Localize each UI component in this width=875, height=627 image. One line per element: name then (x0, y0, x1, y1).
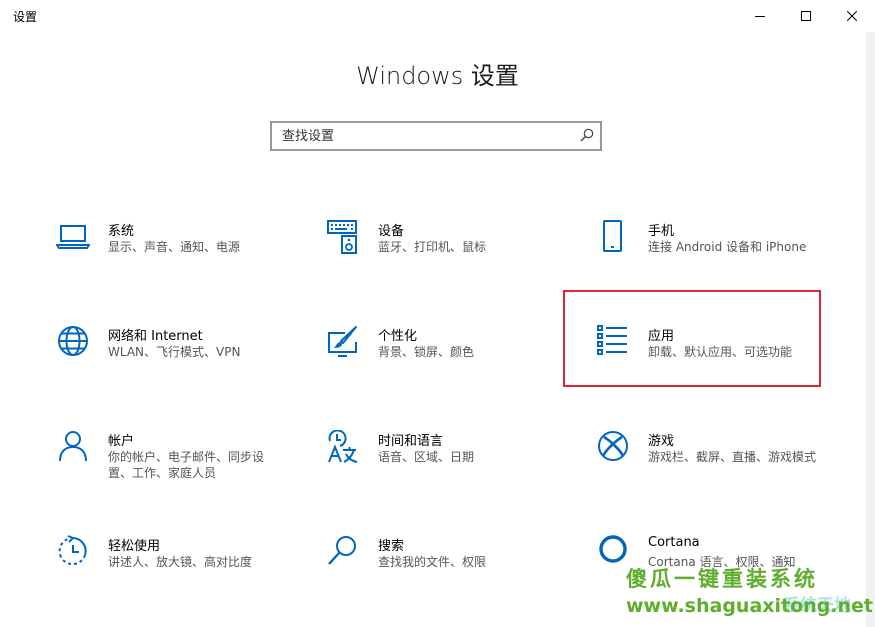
tile-network[interactable]: 网络和 Internet WLAN、飞行模式、VPN (56, 325, 311, 405)
tile-accounts[interactable]: 帐户 你的帐户、电子邮件、同步设 置、工作、家庭人员 (56, 430, 311, 510)
tile-label: 设备 (378, 224, 405, 239)
tile-desc: 语音、区域、日期 (378, 450, 475, 464)
tile-desc: 讲述人、放大镜、高对比度 (108, 555, 253, 569)
tile-desc: 查找我的文件、权限 (378, 555, 487, 569)
tile-desc: 你的帐户、电子邮件、同步设 置、工作、家庭人员 (108, 449, 264, 481)
tile-desc-line: 你的帐户、电子邮件、同步设 (108, 450, 265, 464)
search-box[interactable] (270, 121, 602, 151)
person-icon (59, 431, 87, 462)
search-input[interactable] (272, 123, 572, 149)
tile-label: 搜索 (378, 539, 405, 554)
minimize-icon (755, 16, 765, 17)
tile-phone[interactable]: 手机 连接 Android 设备和 iPhone (596, 220, 851, 300)
tile-devices[interactable]: 设备 蓝牙、打印机、鼠标 (326, 220, 581, 300)
globe-icon (58, 326, 88, 356)
tile-label: 轻松使用 (108, 539, 161, 554)
time-language-icon (328, 430, 358, 463)
close-icon (847, 11, 857, 21)
minimize-button[interactable] (737, 0, 783, 32)
tile-desc: WLAN、飞行模式、VPN (108, 345, 241, 359)
tile-time-language[interactable]: 时间和语言 语音、区域、日期 (326, 430, 581, 510)
tile-desc: 背景、锁屏、颜色 (378, 345, 475, 359)
maximize-icon (801, 11, 811, 21)
tile-desc: 蓝牙、打印机、鼠标 (378, 240, 487, 254)
tile-label: 系统 (108, 224, 135, 239)
watermark: 系统天地 傻瓜一键重装系统 www.shaguaxitong.net (626, 563, 873, 623)
ease-of-access-icon (58, 535, 87, 566)
laptop-icon (56, 225, 90, 249)
tile-desc: 显示、声音、通知、电源 (108, 240, 241, 254)
page-title: Windows 设置 (356, 62, 519, 90)
tile-personalization[interactable]: 个性化 背景、锁屏、颜色 (326, 325, 581, 405)
watermark-title: 傻瓜一键重装系统 (626, 567, 818, 591)
devices-icon (327, 220, 357, 254)
tile-label: Cortana (648, 535, 700, 550)
tile-label: 个性化 (378, 329, 418, 344)
tile-system[interactable]: 系统 显示、声音、通知、电源 (56, 220, 311, 300)
xbox-icon (598, 431, 628, 461)
maximize-button[interactable] (783, 0, 829, 32)
title-bar: 设置 (0, 0, 875, 32)
tile-label: 手机 (648, 224, 675, 239)
tile-desc-line: 置、工作、家庭人员 (108, 466, 217, 480)
tile-search[interactable]: 搜索 查找我的文件、权限 (326, 535, 581, 615)
window-title: 设置 (13, 10, 38, 24)
tile-label: 时间和语言 (378, 434, 444, 449)
phone-icon (603, 220, 622, 252)
search-magnifier-icon (328, 536, 356, 565)
close-button[interactable] (829, 0, 875, 32)
search-icon[interactable] (580, 128, 594, 142)
tile-ease-of-access[interactable]: 轻松使用 讲述人、放大镜、高对比度 (56, 535, 311, 615)
tile-label: 帐户 (108, 434, 135, 449)
tile-gaming[interactable]: 游戏 游戏栏、截屏、直播、游戏模式 (596, 430, 851, 510)
tile-label: 游戏 (648, 434, 675, 449)
watermark-url: www.shaguaxitong.net (626, 595, 874, 617)
scrollbar[interactable] (866, 32, 875, 627)
cortana-icon (599, 535, 627, 563)
personalization-icon (328, 326, 357, 357)
tile-desc: 连接 Android 设备和 iPhone (648, 240, 807, 254)
tile-label: 网络和 Internet (108, 329, 203, 344)
tile-desc: 游戏栏、截屏、直播、游戏模式 (648, 450, 817, 464)
selection-highlight (563, 290, 821, 387)
